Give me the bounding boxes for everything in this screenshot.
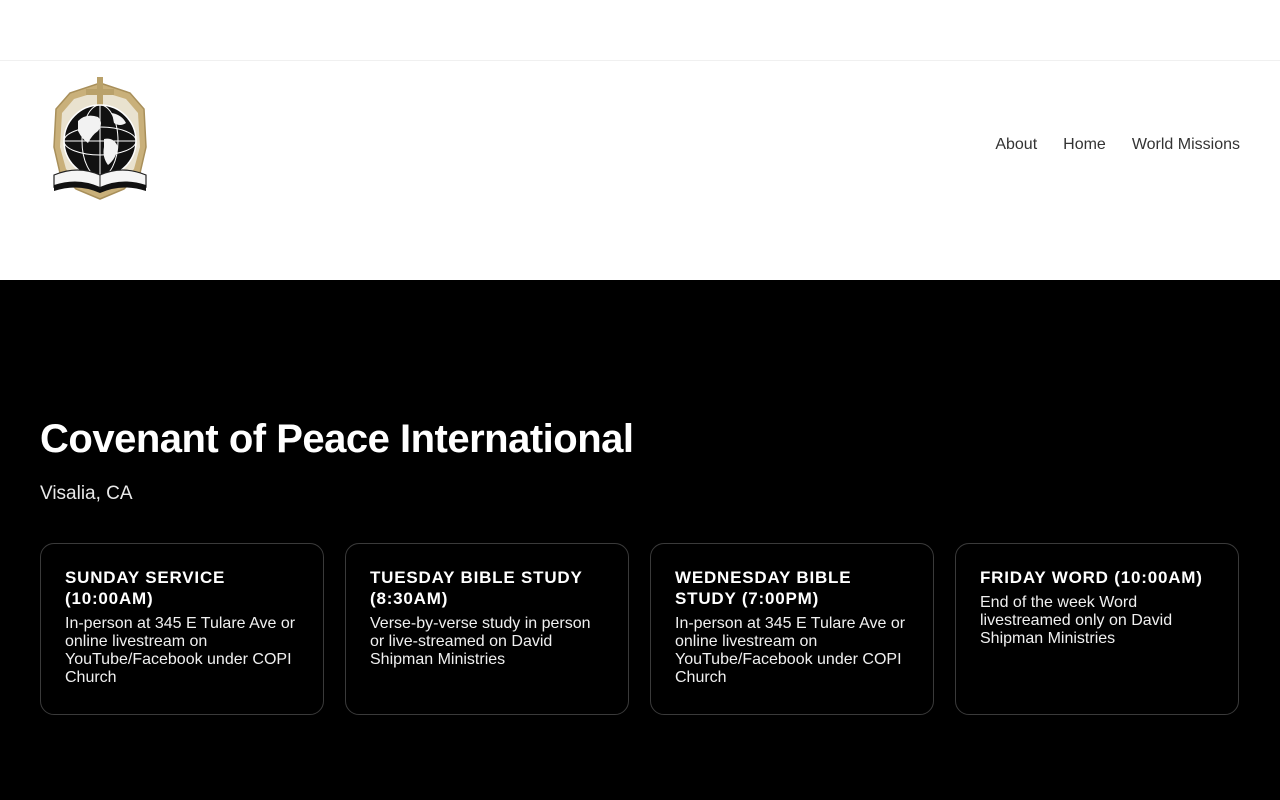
service-card-description: In-person at 345 E Tulare Ave or online … — [675, 615, 906, 686]
page-title: Covenant of Peace International — [40, 417, 634, 461]
church-logo[interactable] — [48, 77, 152, 203]
hero-section: Covenant of Peace International Visalia,… — [0, 280, 1280, 800]
top-bar — [0, 0, 1280, 61]
service-card-title: TUESDAY BIBLE STUDY (8:30AM) — [370, 568, 583, 608]
location-subtitle: Visalia, CA — [40, 483, 133, 504]
service-card-description: Verse-by-verse study in person or live-s… — [370, 615, 591, 668]
nav-home[interactable]: Home — [1063, 135, 1106, 155]
service-card-title: FRIDAY WORD (10:00AM) — [980, 568, 1203, 587]
service-card-friday: FRIDAY WORD (10:00AM) End of the week Wo… — [955, 543, 1239, 715]
site-header: About Home World Missions — [0, 61, 1280, 279]
nav-about[interactable]: About — [995, 135, 1037, 155]
service-cards: SUNDAY SERVICE (10:00AM) In-person at 34… — [40, 543, 1240, 715]
service-card-title: SUNDAY SERVICE (10:00AM) — [65, 568, 226, 608]
service-card-sunday: SUNDAY SERVICE (10:00AM) In-person at 34… — [40, 543, 324, 715]
service-card-title: WEDNESDAY BIBLE STUDY (7:00PM) — [675, 568, 852, 608]
service-card-description: End of the week Word livestreamed only o… — [980, 594, 1173, 647]
nav-world-missions[interactable]: World Missions — [1132, 135, 1240, 155]
main-nav: About Home World Missions — [995, 135, 1240, 155]
service-card-description: In-person at 345 E Tulare Ave or online … — [65, 615, 296, 686]
globe-cross-logo-icon — [53, 77, 147, 200]
service-card-wednesday: WEDNESDAY BIBLE STUDY (7:00PM) In-person… — [650, 543, 934, 715]
service-card-tuesday: TUESDAY BIBLE STUDY (8:30AM) Verse-by-ve… — [345, 543, 629, 715]
